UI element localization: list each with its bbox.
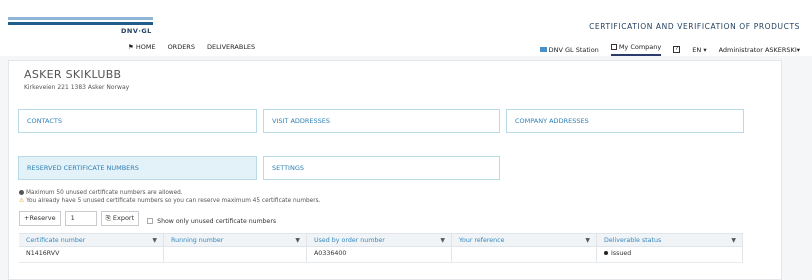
cell-deliverable-status: Issued — [597, 247, 743, 262]
user-dropdown[interactable]: Administrator ASKERSKI▾ — [719, 46, 800, 54]
dnvgl-logo[interactable] — [8, 17, 153, 25]
column-header-deliverable-status[interactable]: Deliverable status ▼ — [597, 234, 743, 246]
column-label: Deliverable status — [604, 237, 662, 244]
cell-certificate-number: N1416RVV — [19, 247, 164, 262]
help-icon[interactable]: ? — [673, 46, 681, 53]
tile-settings[interactable]: SETTINGS — [263, 156, 500, 180]
language-label: EN — [692, 45, 702, 54]
caret-down-icon: ▾ — [703, 45, 707, 54]
company-name: ASKER SKIKLUBB — [24, 68, 122, 81]
filter-icon[interactable]: ▼ — [731, 234, 736, 247]
column-label: Running number — [171, 237, 224, 244]
nav-dnvgl-station[interactable]: DNV GL Station — [539, 45, 599, 54]
info-warning-message: ⚠ You already have 5 unused certificate n… — [19, 198, 320, 204]
nav-home-label: HOME — [135, 43, 156, 51]
status-dot-icon — [604, 251, 608, 255]
info-icon — [19, 190, 24, 195]
nav-orders[interactable]: ORDERS — [168, 43, 195, 51]
info-warning-text: You already have 5 unused certificate nu… — [26, 198, 321, 204]
tile-visit-addresses[interactable]: VISIT ADDRESSES — [263, 109, 500, 133]
tile-contacts[interactable]: CONTACTS — [18, 109, 257, 133]
column-header-your-reference[interactable]: Your reference ▼ — [452, 234, 597, 246]
product-title: CERTIFICATION AND VERIFICATION OF PRODUC… — [589, 22, 800, 31]
nav-my-company[interactable]: My Company — [610, 43, 662, 56]
column-label: Certificate number — [26, 237, 86, 244]
export-button[interactable]: ⎘ Export — [100, 210, 140, 226]
company-icon — [610, 44, 617, 50]
nav-deliverables[interactable]: DELIVERABLES — [207, 43, 255, 51]
column-header-certificate-number[interactable]: Certificate number ▼ — [19, 234, 164, 246]
main-nav: ⚑ HOME ORDERS DELIVERABLES — [128, 43, 255, 51]
filter-icon[interactable]: ▼ — [152, 234, 157, 247]
station-label: DNV GL Station — [548, 45, 599, 54]
top-header: DNV·GL CERTIFICATION AND VERIFICATION OF… — [0, 0, 812, 56]
show-unused-checkbox[interactable] — [147, 218, 154, 224]
tile-company-addresses[interactable]: COMPANY ADDRESSES — [506, 109, 744, 133]
language-dropdown[interactable]: EN ▾ — [692, 46, 706, 54]
nav-home[interactable]: ⚑ HOME — [128, 43, 156, 51]
caret-down-icon: ▾ — [796, 45, 800, 54]
table-header: Certificate number ▼ Running number ▼ Used… — [19, 233, 743, 247]
filter-icon[interactable]: ▼ — [585, 234, 590, 247]
table-row[interactable]: N1416RVV A0336400 Issued — [19, 247, 743, 263]
company-address: Kirkeveien 221 1383 Asker Norway — [24, 84, 130, 91]
info-max-message: Maximum 50 unused certificate numbers ar… — [19, 190, 183, 196]
reserve-label: Reserve — [29, 213, 56, 222]
tile-reserved-certificate-numbers[interactable]: RESERVED CERTIFICATE NUMBERS — [18, 156, 257, 180]
reserve-button[interactable]: +Reserve — [19, 210, 61, 226]
column-header-running-number[interactable]: Running number ▼ — [164, 234, 307, 246]
status-label: Issued — [611, 250, 632, 257]
warning-icon: ⚠ — [19, 198, 25, 204]
cell-used-by-order-number: A0336400 — [307, 247, 452, 262]
home-icon: ⚑ — [128, 43, 134, 51]
info-max-text: Maximum 50 unused certificate numbers ar… — [26, 190, 183, 196]
filter-icon[interactable]: ▼ — [440, 234, 445, 247]
logo-text: DNV·GL — [121, 27, 152, 35]
cell-running-number — [164, 247, 307, 262]
export-label: Export — [112, 213, 135, 222]
reserve-toolbar: +Reserve 1 ⎘ Export Show only unused cer… — [19, 208, 276, 228]
right-nav: DNV GL Station My Company ? EN ▾ Adminis… — [539, 43, 800, 56]
station-icon — [539, 47, 547, 52]
cell-your-reference — [452, 247, 597, 262]
user-label: Administrator ASKERSKI — [718, 45, 797, 54]
column-label: Used by order number — [314, 237, 385, 244]
show-unused-label: Show only unused certificate numbers — [157, 217, 277, 225]
column-label: Your reference — [459, 237, 505, 244]
column-header-used-by-order-number[interactable]: Used by order number ▼ — [307, 234, 452, 246]
export-icon: ⎘ — [105, 213, 111, 222]
my-company-label: My Company — [618, 43, 662, 51]
filter-icon[interactable]: ▼ — [295, 234, 300, 247]
certificate-table: Certificate number ▼ Running number ▼ Used… — [19, 233, 743, 263]
reserve-quantity-input[interactable]: 1 — [64, 210, 97, 226]
